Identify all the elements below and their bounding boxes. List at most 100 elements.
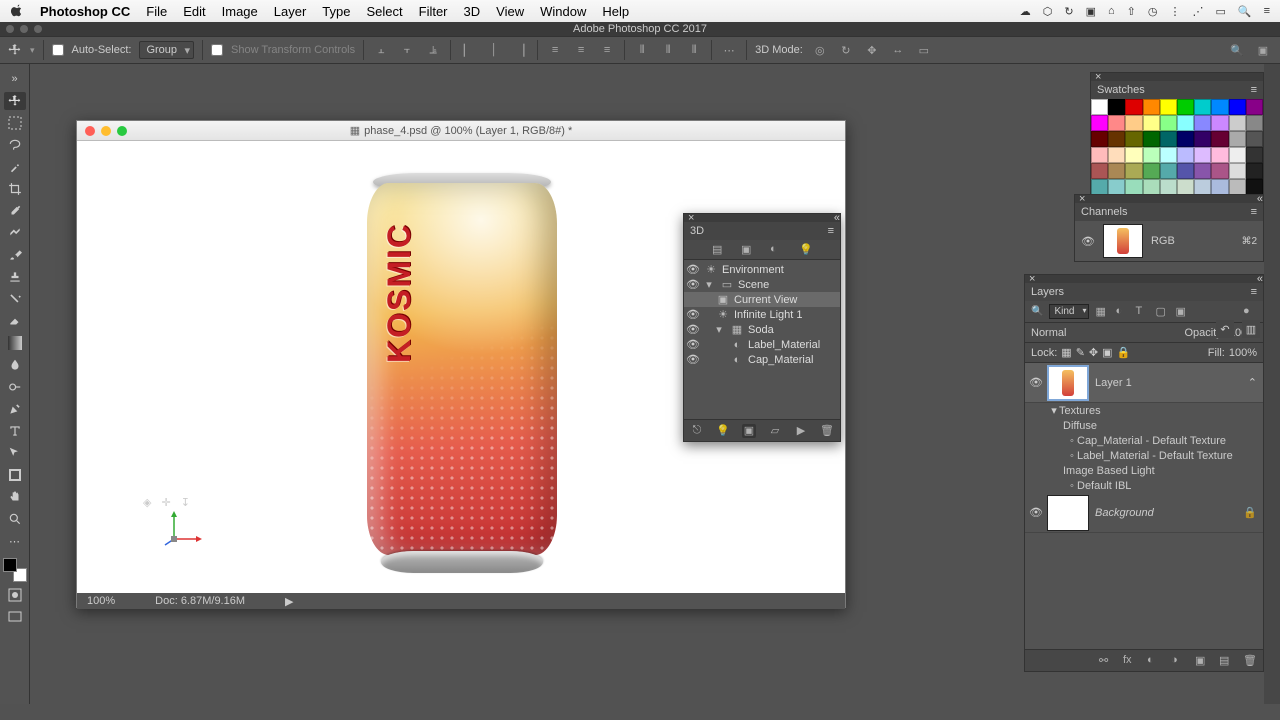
- fx-icon[interactable]: fx: [1123, 654, 1137, 668]
- filter-adjust-icon[interactable]: ◐: [1115, 305, 1129, 319]
- 3d-item-scene[interactable]: 👁▾▭Scene: [684, 277, 840, 292]
- align-hcenter-icon[interactable]: │: [485, 41, 503, 59]
- plane-icon[interactable]: ▱: [768, 424, 782, 438]
- eye-icon[interactable]: 👁: [684, 263, 702, 276]
- move-tool[interactable]: [4, 92, 26, 110]
- swatch[interactable]: [1091, 147, 1108, 163]
- transform-checkbox[interactable]: [211, 44, 223, 56]
- menu-view[interactable]: View: [496, 4, 524, 19]
- 3d-item-soda[interactable]: 👁▾▦Soda: [684, 322, 840, 337]
- clock-icon[interactable]: ◷: [1148, 5, 1158, 18]
- up-icon[interactable]: ⇧: [1127, 5, 1136, 18]
- wand-tool[interactable]: [4, 158, 26, 176]
- eye-icon[interactable]: 👁: [684, 308, 702, 321]
- auto-select-checkbox[interactable]: [52, 44, 64, 56]
- swatches-panel[interactable]: × Swatches≡: [1090, 72, 1264, 196]
- swatch[interactable]: [1246, 147, 1263, 163]
- right-dock[interactable]: [1264, 64, 1280, 704]
- dodge-tool[interactable]: [4, 378, 26, 396]
- 3d-orbit-icon[interactable]: ◎: [811, 41, 829, 59]
- doc-titlebar[interactable]: ▦ phase_4.psd @ 100% (Layer 1, RGB/8#) *: [77, 121, 845, 141]
- 3d-handles[interactable]: ◈ ✛ ↧: [143, 496, 190, 509]
- trash-icon[interactable]: 🗑: [1243, 654, 1257, 668]
- layer-background[interactable]: 👁 Background 🔒: [1025, 493, 1263, 533]
- collapsed-dock[interactable]: ↶ ▥: [1216, 320, 1260, 338]
- apple-icon[interactable]: [10, 4, 24, 18]
- status-arrow-icon[interactable]: ▶: [285, 595, 293, 608]
- group-icon[interactable]: ▣: [1195, 654, 1209, 668]
- channels-title[interactable]: Channels: [1081, 206, 1127, 218]
- swatch[interactable]: [1125, 147, 1142, 163]
- swatches-title[interactable]: Swatches: [1097, 84, 1145, 96]
- filter-kind-dropdown[interactable]: Kind: [1049, 304, 1089, 319]
- adjustment-icon[interactable]: ◑: [1171, 654, 1185, 668]
- swatch[interactable]: [1177, 115, 1194, 131]
- channel-rgb[interactable]: 👁 RGB ⌘2: [1075, 221, 1263, 261]
- 3d-item-capmat[interactable]: 👁◐Cap_Material: [684, 352, 840, 367]
- swatch[interactable]: [1246, 163, 1263, 179]
- zoom-tool[interactable]: [4, 510, 26, 528]
- swatch[interactable]: [1091, 131, 1108, 147]
- swatch[interactable]: [1194, 115, 1211, 131]
- swatch[interactable]: [1246, 99, 1263, 115]
- swatch[interactable]: [1108, 179, 1125, 195]
- eraser-tool[interactable]: [4, 312, 26, 330]
- menu-image[interactable]: Image: [222, 4, 258, 19]
- search-icon[interactable]: 🔍: [1228, 41, 1246, 59]
- align-top-icon[interactable]: ⫠: [372, 41, 390, 59]
- 3d-item-currentview[interactable]: ▣Current View: [684, 292, 840, 307]
- swatch[interactable]: [1229, 179, 1246, 195]
- swatch[interactable]: [1160, 115, 1177, 131]
- auto-select-dropdown[interactable]: Group: [139, 41, 194, 59]
- swatch[interactable]: [1177, 147, 1194, 163]
- 3d-zoom-icon[interactable]: ▭: [915, 41, 933, 59]
- history-dock-icon[interactable]: ↶: [1216, 320, 1234, 338]
- filter-shape-icon[interactable]: ▢: [1155, 305, 1169, 319]
- swatch[interactable]: [1229, 147, 1246, 163]
- swatch[interactable]: [1091, 115, 1108, 131]
- swatch[interactable]: [1108, 131, 1125, 147]
- close-icon[interactable]: [85, 126, 95, 136]
- blur-tool[interactable]: [4, 356, 26, 374]
- layer-thumb[interactable]: [1047, 365, 1089, 401]
- wifi-icon[interactable]: ⋰: [1192, 5, 1203, 18]
- docsize-readout[interactable]: Doc: 6.87M/9.16M: [155, 595, 245, 607]
- filter-material-icon[interactable]: ◐: [770, 243, 783, 256]
- disclosure-icon[interactable]: ▾: [702, 278, 716, 291]
- filter-toggle-icon[interactable]: ●: [1243, 305, 1257, 319]
- 3d-panel[interactable]: ×« 3D≡ ▤ ▣ ◐ 💡 👁☀Environment 👁▾▭Scene ▣C…: [683, 213, 841, 442]
- lock-icon[interactable]: 🔒: [1243, 506, 1257, 519]
- layers-title[interactable]: Layers: [1031, 286, 1064, 298]
- menu-help[interactable]: Help: [602, 4, 629, 19]
- ground-icon[interactable]: ▣: [742, 424, 756, 438]
- textures-group[interactable]: ▾Textures: [1025, 403, 1263, 418]
- swatch[interactable]: [1229, 131, 1246, 147]
- swatch[interactable]: [1211, 131, 1228, 147]
- swatch[interactable]: [1229, 163, 1246, 179]
- blend-dropdown[interactable]: Normal: [1031, 327, 1181, 339]
- 3d-slide-icon[interactable]: ↔: [889, 41, 907, 59]
- app-name[interactable]: Photoshop CC: [40, 4, 130, 19]
- swatch[interactable]: [1091, 163, 1108, 179]
- swatch[interactable]: [1160, 99, 1177, 115]
- dropbox-icon[interactable]: ⬡: [1043, 5, 1053, 18]
- crop-tool[interactable]: [4, 180, 26, 198]
- home-icon[interactable]: ⌂: [1108, 5, 1115, 17]
- quickmask-tool[interactable]: [4, 586, 26, 604]
- dist-top-icon[interactable]: ≡: [546, 41, 564, 59]
- menu-window[interactable]: Window: [540, 4, 586, 19]
- lock-all-icon[interactable]: 🔒: [1117, 346, 1131, 359]
- panel-menu-icon[interactable]: ≡: [1251, 286, 1257, 298]
- swatch[interactable]: [1125, 131, 1142, 147]
- lock-paint-icon[interactable]: ✎: [1076, 346, 1085, 359]
- menu-edit[interactable]: Edit: [183, 4, 205, 19]
- 3d-roll-icon[interactable]: ↻: [837, 41, 855, 59]
- render-icon[interactable]: ▶: [794, 424, 808, 438]
- move-handle-icon[interactable]: ✛: [161, 496, 170, 509]
- default-ibl[interactable]: ◦Default IBL: [1025, 478, 1263, 493]
- expand-icon[interactable]: ⌃: [1248, 376, 1257, 389]
- panel-menu-icon[interactable]: ≡: [1251, 206, 1257, 218]
- tab-toggle-icon[interactable]: »: [4, 70, 26, 88]
- eye-icon[interactable]: 👁: [684, 338, 702, 351]
- scale-handle-icon[interactable]: ↧: [181, 496, 190, 509]
